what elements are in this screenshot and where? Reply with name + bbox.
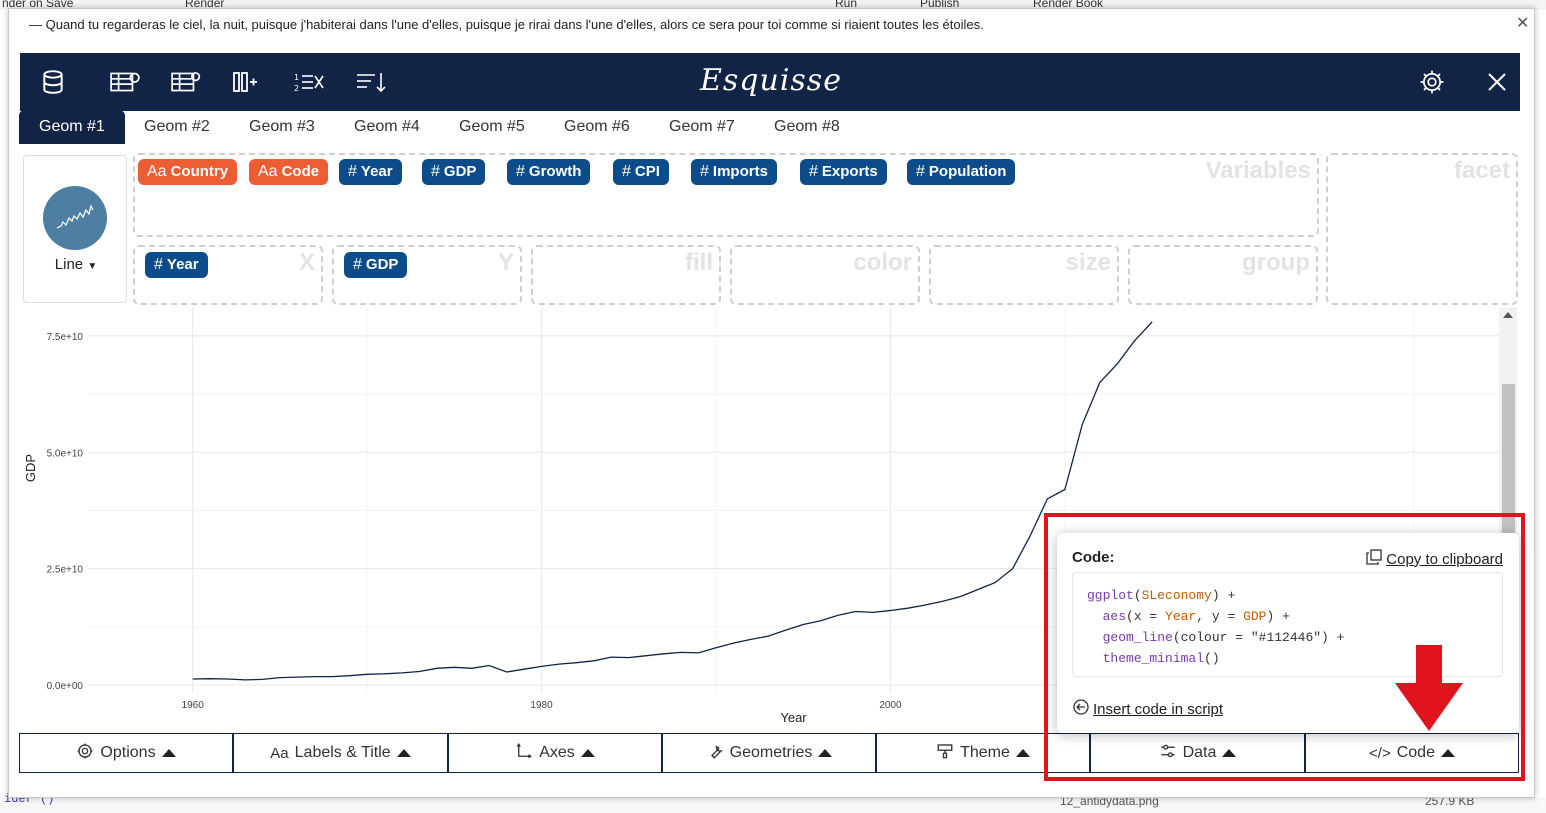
x-zone-label: X [298,249,315,276]
y-tick-label: 0.0e+00 [47,681,84,692]
text-icon: Aa [270,744,289,762]
color-zone-label: color [853,249,912,276]
y-axis-label: GDP [23,454,38,482]
labels-title-button[interactable]: Aa Labels & Title [233,733,448,773]
geometries-label: Geometries [729,744,813,761]
ide-editor-edge [0,10,8,813]
group-zone-label: group [1242,249,1310,276]
columns-add-icon[interactable] [228,65,262,99]
variable-chip-cpi[interactable]: # CPI [613,159,669,185]
tab-geom-7[interactable]: Geom #7 [649,110,755,144]
variable-chip-growth[interactable]: # Growth [507,159,591,185]
gear-icon [76,742,94,765]
tab-geom-2[interactable]: Geom #2 [124,110,230,144]
color-dropzone[interactable]: color [730,245,920,305]
y-tick-label: 2.5e+10 [47,565,84,576]
x-dropzone[interactable]: X # Year [133,245,323,305]
variables-dropzone[interactable]: Variables Aa Country Aa Code # Year # GDP # G… [133,153,1319,237]
brush-icon [936,742,954,765]
close-modal-icon[interactable]: ✕ [1516,13,1529,32]
ide-files-edge [1534,10,1546,813]
geom-picker[interactable]: Line ▼ [23,155,127,303]
annotation-arrow-icon [1395,645,1463,731]
variable-chip-exports[interactable]: # Exports [800,159,887,185]
table-settings-icon[interactable] [169,65,203,99]
tab-geom-4[interactable]: Geom #4 [334,110,440,144]
caret-up-icon [1015,749,1030,757]
size-zone-label: size [1065,249,1111,276]
variable-chip-year[interactable]: # Year [339,159,402,185]
tab-geom-6[interactable]: Geom #6 [544,110,650,144]
scroll-up-icon[interactable] [1503,312,1513,318]
table-view-icon[interactable] [108,65,142,99]
x-chip-year[interactable]: # Year [145,252,208,278]
variable-chip-code[interactable]: Aa Code [249,159,329,185]
y-dropzone[interactable]: Y # GDP [332,245,522,305]
facet-dropzone[interactable]: facet [1326,153,1518,305]
variable-chip-gdp[interactable]: # GDP [422,159,486,185]
geom-select-value: Line [54,256,84,273]
options-button[interactable]: Options [19,733,233,773]
y-zone-label: Y [497,249,514,276]
y-tick-label: 7.5e+10 [47,332,84,343]
sort-list-icon[interactable] [354,65,388,99]
quote-text: — Quand tu regarderas le ciel, la nuit, … [29,17,984,32]
labels-title-label: Labels & Title [294,744,391,761]
theme-label: Theme [960,744,1010,761]
wrench-icon [706,742,724,765]
close-icon[interactable] [1480,65,1514,99]
variable-chip-population[interactable]: # Population [907,159,1016,185]
x-tick-label: 1960 [182,700,205,711]
gear-icon[interactable] [1415,65,1449,99]
ordered-list-icon[interactable]: 12 [292,65,326,99]
x-tick-label: 2000 [879,700,902,711]
caret-up-icon [161,749,176,757]
tab-geom-3[interactable]: Geom #3 [229,110,335,144]
caret-up-icon [818,749,833,757]
geom-select-label[interactable]: Line ▼ [24,256,128,273]
svg-text:2: 2 [294,84,299,93]
gdp-series-line [192,321,1153,681]
ide-bottom-strip: ider () 12_antidydata.png 257.9 KB [0,792,1546,813]
facet-zone-label: facet [1453,157,1510,184]
size-dropzone[interactable]: size [929,245,1119,305]
fill-zone-label: fill [685,249,713,276]
caret-up-icon [396,749,411,757]
variables-zone-label: Variables [1205,157,1311,184]
options-label: Options [100,744,156,761]
chevron-down-icon: ▼ [87,261,98,272]
fill-dropzone[interactable]: fill [531,245,721,305]
line-geom-icon [43,186,107,250]
esquisse-header: 12 Esquisse [20,53,1520,111]
group-dropzone[interactable]: group [1128,245,1318,305]
axes-icon [515,742,533,765]
variable-chip-imports[interactable]: # Imports [691,159,777,185]
tab-geom-1[interactable]: Geom #1 [19,110,125,144]
x-axis-label: Year [780,710,807,725]
scroll-thumb[interactable] [1502,384,1515,534]
svg-text:1: 1 [294,73,299,82]
tab-geom-8[interactable]: Geom #8 [754,110,860,144]
caret-up-icon [580,749,595,757]
axes-label: Axes [539,744,575,761]
database-icon[interactable] [36,65,70,99]
y-chip-gdp[interactable]: # GDP [344,252,408,278]
geometries-button[interactable]: Geometries [662,733,876,773]
axes-button[interactable]: Axes [448,733,662,773]
variable-chip-country[interactable]: Aa Country [138,159,238,185]
esquisse-brand: Esquisse [700,63,842,98]
x-tick-label: 1980 [530,700,553,711]
tab-geom-5[interactable]: Geom #5 [439,110,545,144]
y-tick-label: 5.0e+10 [47,448,84,459]
